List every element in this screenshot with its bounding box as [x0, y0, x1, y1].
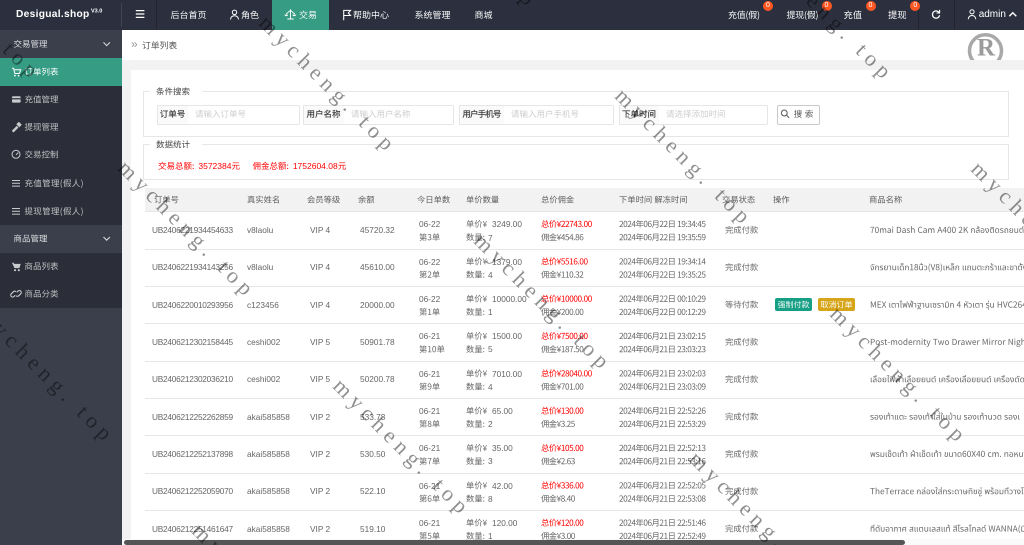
svg-text:R: R	[977, 35, 996, 62]
